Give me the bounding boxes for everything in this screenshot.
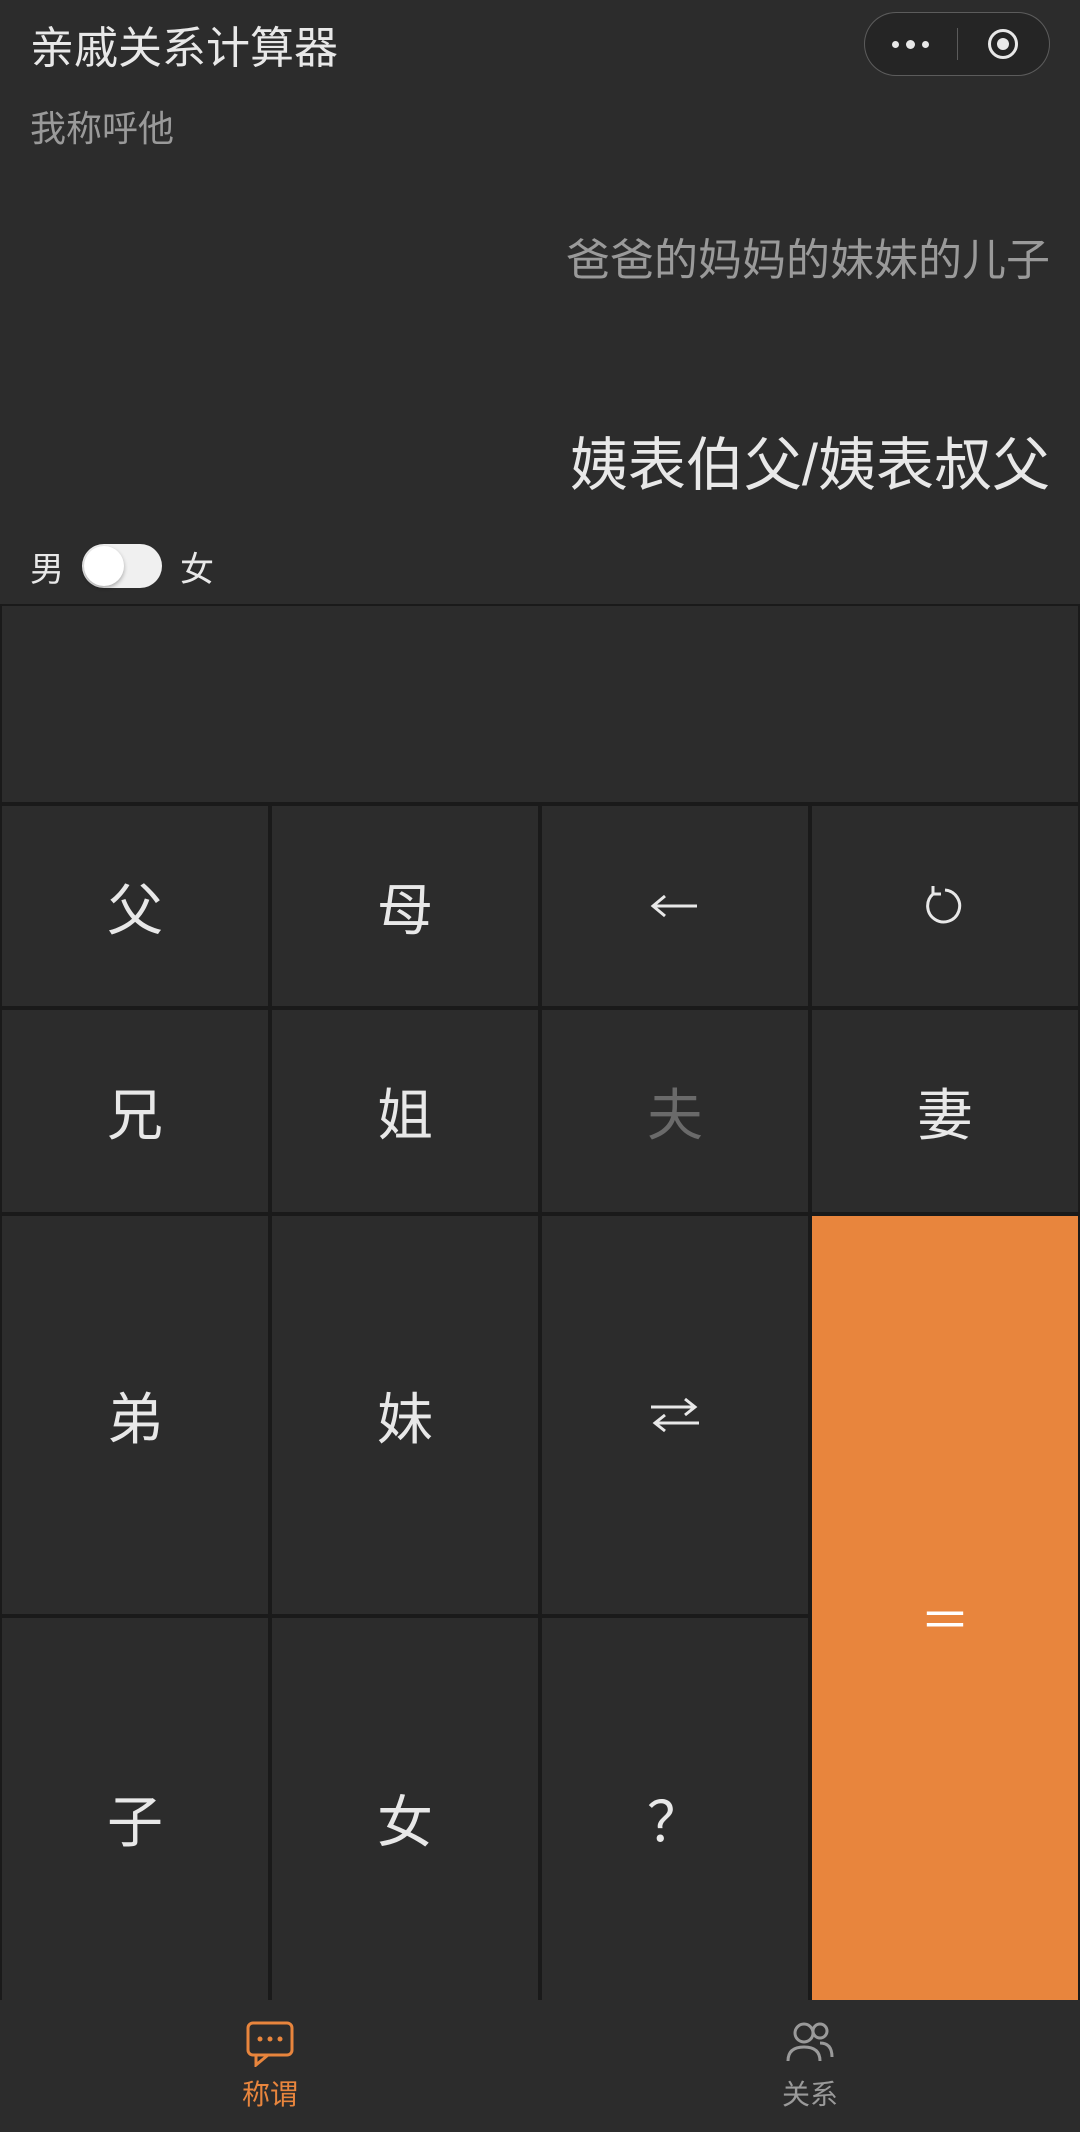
key-question[interactable]: ？	[542, 1618, 808, 2018]
input-chain: 爸爸的妈妈的妹妹的儿子	[30, 224, 1050, 288]
capsule-menu-button[interactable]	[865, 13, 957, 75]
tab-relation-label: 关系	[782, 2073, 838, 2113]
tab-bar: 称谓 关系	[0, 2000, 1080, 2132]
key-elder-sister[interactable]: 姐	[272, 1010, 538, 1212]
gender-male-label: 男	[30, 542, 64, 591]
key-backspace[interactable]	[542, 806, 808, 1006]
tab-title[interactable]: 称谓	[0, 2000, 540, 2132]
key-mother[interactable]: 母	[272, 806, 538, 1006]
keypad-spacer	[2, 606, 1078, 802]
keypad: 父 母 兄 姐 夫 妻 弟 妹 ＝ 子 女 ？	[0, 604, 1080, 2000]
key-reset[interactable]	[812, 806, 1078, 1006]
mini-program-capsule	[864, 12, 1050, 76]
key-husband[interactable]: 夫	[542, 1010, 808, 1212]
key-wife[interactable]: 妻	[812, 1010, 1078, 1212]
key-son[interactable]: 子	[2, 1618, 268, 2018]
reset-icon	[923, 884, 967, 928]
gender-toggle-row: 男 女	[0, 528, 1080, 604]
speech-bubble-icon	[242, 2019, 298, 2067]
key-younger-sister[interactable]: 妹	[272, 1216, 538, 1614]
switch-knob	[84, 546, 124, 586]
people-icon	[782, 2019, 838, 2067]
target-icon	[988, 29, 1018, 59]
result-text: 姨表伯父/姨表叔父	[30, 418, 1050, 502]
key-equals[interactable]: ＝	[812, 1216, 1078, 2018]
key-elder-brother[interactable]: 兄	[2, 1010, 268, 1212]
key-father[interactable]: 父	[2, 806, 268, 1006]
key-swap[interactable]	[542, 1216, 808, 1614]
capsule-close-button[interactable]	[958, 13, 1050, 75]
subtitle-label: 我称呼他	[0, 88, 1080, 152]
app-header: 亲戚关系计算器	[0, 0, 1080, 88]
gender-female-label: 女	[180, 542, 214, 591]
key-younger-brother[interactable]: 弟	[2, 1216, 268, 1614]
gender-switch[interactable]	[82, 544, 162, 588]
app-title: 亲戚关系计算器	[30, 12, 338, 76]
arrow-left-icon	[645, 891, 705, 921]
tab-relation[interactable]: 关系	[540, 2000, 1080, 2132]
swap-icon	[643, 1395, 707, 1435]
more-icon	[892, 40, 929, 49]
tab-title-label: 称谓	[242, 2073, 298, 2113]
display-area: 爸爸的妈妈的妹妹的儿子 姨表伯父/姨表叔父	[0, 224, 1080, 502]
key-daughter[interactable]: 女	[272, 1618, 538, 2018]
